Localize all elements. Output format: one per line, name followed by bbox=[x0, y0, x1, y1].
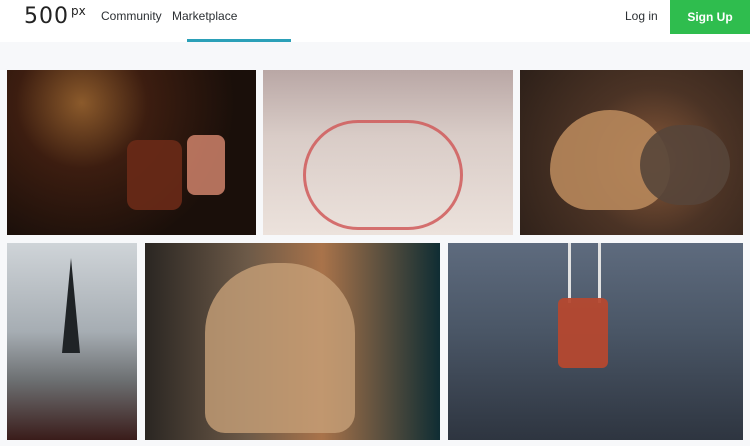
photo-dog-cat[interactable] bbox=[520, 70, 743, 235]
camera-strap-right bbox=[598, 243, 601, 303]
eiffel-tower-icon bbox=[62, 258, 80, 353]
girl-shape bbox=[205, 263, 355, 433]
nav-community-link[interactable]: Community bbox=[101, 9, 162, 23]
cat-shape bbox=[640, 125, 730, 205]
photo-girl-window[interactable] bbox=[145, 243, 440, 440]
active-tab-indicator bbox=[187, 39, 291, 42]
logo-number: 500 bbox=[24, 4, 69, 29]
signup-button[interactable]: Sign Up bbox=[670, 0, 750, 34]
photo-bicycle[interactable] bbox=[263, 70, 513, 235]
photo-eiffel-tower-selfie[interactable] bbox=[7, 243, 137, 440]
login-link[interactable]: Log in bbox=[625, 9, 658, 23]
photo-camera-sweater[interactable] bbox=[448, 243, 743, 440]
drink-glass-left bbox=[127, 140, 182, 210]
camera-strap-left bbox=[568, 243, 571, 303]
drink-glass-right bbox=[187, 135, 225, 195]
logo-suffix: px bbox=[71, 4, 86, 18]
nav-marketplace-link[interactable]: Marketplace bbox=[172, 9, 237, 23]
photo-drinks[interactable] bbox=[7, 70, 256, 235]
camera-icon bbox=[558, 298, 608, 368]
bicycle-shape bbox=[303, 120, 463, 230]
top-navigation: 500 px Community Marketplace Log in Sign… bbox=[0, 0, 750, 42]
